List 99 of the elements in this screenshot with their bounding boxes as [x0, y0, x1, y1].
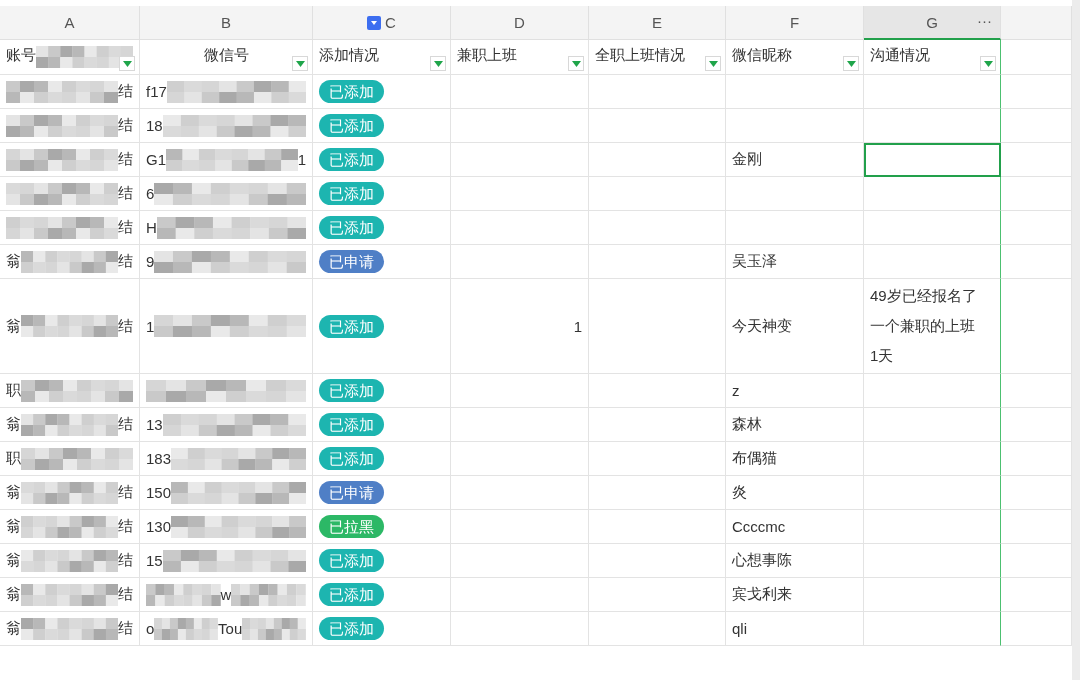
cell-text: H — [146, 219, 157, 236]
column-header[interactable]: C — [313, 6, 451, 40]
caret-icon — [708, 60, 718, 67]
cell-text: 结 — [118, 483, 133, 502]
table-cell: 吴玉泽 — [726, 245, 864, 279]
cell-text: 6 — [146, 185, 155, 202]
table-cell: 今天神变 — [726, 279, 864, 374]
column-header[interactable]: B — [140, 6, 313, 40]
cell-text: 结 — [118, 150, 133, 169]
caret-icon — [983, 60, 993, 67]
pixelated-redaction — [242, 617, 306, 640]
filter-dropdown[interactable] — [292, 56, 308, 71]
cell-text: 翁 — [6, 619, 21, 638]
cell-text: 翁 — [6, 517, 21, 536]
caret-icon — [846, 60, 856, 67]
status-tag: 已添加 — [319, 80, 384, 103]
cell-text: 兼职上班 — [457, 46, 517, 65]
status-tag: 已申请 — [319, 481, 384, 504]
caret-icon — [122, 60, 132, 67]
cell-text: 翁 — [6, 585, 21, 604]
cell-text: 15 — [146, 552, 163, 569]
filter-dropdown[interactable] — [430, 56, 446, 71]
cell-text: 1 — [146, 317, 155, 335]
filter-dropdown[interactable] — [705, 56, 721, 71]
cell-text: 结 — [118, 82, 133, 101]
pixelated-redaction — [154, 617, 219, 640]
cell-text: 结 — [118, 316, 133, 336]
status-tag: 已添加 — [319, 413, 384, 436]
caret-icon — [571, 60, 581, 67]
status-tag: 已申请 — [319, 250, 384, 273]
cell-text: 结 — [118, 585, 133, 604]
table-cell: 炎 — [726, 476, 864, 510]
cell-text: 结 — [118, 551, 133, 570]
caret-icon — [295, 60, 305, 67]
cell-text: 183 — [146, 450, 172, 467]
caret-icon — [433, 60, 443, 67]
cell-text: 账号 — [6, 46, 36, 65]
status-tag: 已添加 — [319, 114, 384, 137]
filter-dropdown[interactable] — [119, 56, 135, 71]
cell-text: 结 — [118, 184, 133, 203]
table-cell: 1 — [451, 279, 589, 374]
status-tag: 已拉黑 — [319, 515, 384, 538]
cell-text: 添加情况 — [319, 46, 379, 65]
cell-text: 结 — [118, 517, 133, 536]
column-header[interactable]: E — [589, 6, 726, 40]
cell-text: 9 — [146, 253, 155, 270]
table-cell: 金刚 — [726, 143, 864, 177]
cell-text: 翁 — [6, 551, 21, 570]
cell-text: 13 — [146, 416, 163, 433]
filter-dropdown[interactable] — [843, 56, 859, 71]
table-cell: Ccccmc — [726, 510, 864, 544]
table-cell: 心想事陈 — [726, 544, 864, 578]
status-tag: 已添加 — [319, 583, 384, 606]
cell-text: 微信昵称 — [732, 46, 792, 65]
filter-dropdown[interactable] — [568, 56, 584, 71]
cell-text: 职 — [6, 381, 21, 400]
cell-text: f17 — [146, 83, 167, 100]
cell-text: Tou — [218, 620, 243, 637]
cell-text: 结 — [118, 619, 133, 638]
cell-text: 130 — [146, 518, 172, 535]
status-tag: 已添加 — [319, 216, 384, 239]
cell-text: 结 — [118, 116, 133, 135]
selected-cell[interactable] — [864, 143, 1001, 177]
cell-text: o — [146, 620, 155, 637]
table-cell: 布偶猫 — [726, 442, 864, 476]
cell-text: 沟通情况 — [870, 46, 930, 65]
column-header[interactable]: G ··· — [864, 6, 1001, 40]
cell-text: 结 — [118, 218, 133, 237]
cell-text: 1 — [297, 151, 306, 168]
status-tag: 已添加 — [319, 379, 384, 402]
table-cell: 宾戈利来 — [726, 578, 864, 612]
table-cell: 49岁已经报名了一个兼职的上班1天 — [864, 279, 1001, 374]
table-cell: z — [726, 374, 864, 408]
column-header[interactable]: A — [0, 6, 140, 40]
cell-text: 翁 — [6, 415, 21, 434]
more-menu[interactable]: ··· — [977, 12, 992, 29]
cell-text: G1 — [146, 151, 166, 168]
status-tag: 已添加 — [319, 617, 384, 640]
status-tag: 已添加 — [319, 447, 384, 470]
cell-text: 微信号 — [203, 46, 249, 65]
table-cell: qli — [726, 612, 864, 646]
status-tag: 已添加 — [319, 182, 384, 205]
cell-text: 150 — [146, 484, 172, 501]
cell-text: 翁 — [6, 483, 21, 502]
cell-text: 全职上班情况 — [595, 46, 685, 65]
status-tag: 已添加 — [319, 148, 384, 171]
table-cell: 森林 — [726, 408, 864, 442]
column-header[interactable]: D — [451, 6, 589, 40]
cell-text: 翁 — [6, 316, 21, 336]
column-header[interactable]: F — [726, 6, 864, 40]
cell-text: 职 — [6, 449, 21, 468]
cell-text: w — [220, 586, 232, 603]
filter-dropdown[interactable] — [980, 56, 996, 71]
cell-text: 18 — [146, 117, 163, 134]
status-tag: 已添加 — [319, 314, 384, 338]
cell-text: 结 — [118, 415, 133, 434]
cell-text: 结 — [118, 252, 133, 271]
cell-text: 翁 — [6, 252, 21, 271]
status-tag: 已添加 — [319, 549, 384, 572]
